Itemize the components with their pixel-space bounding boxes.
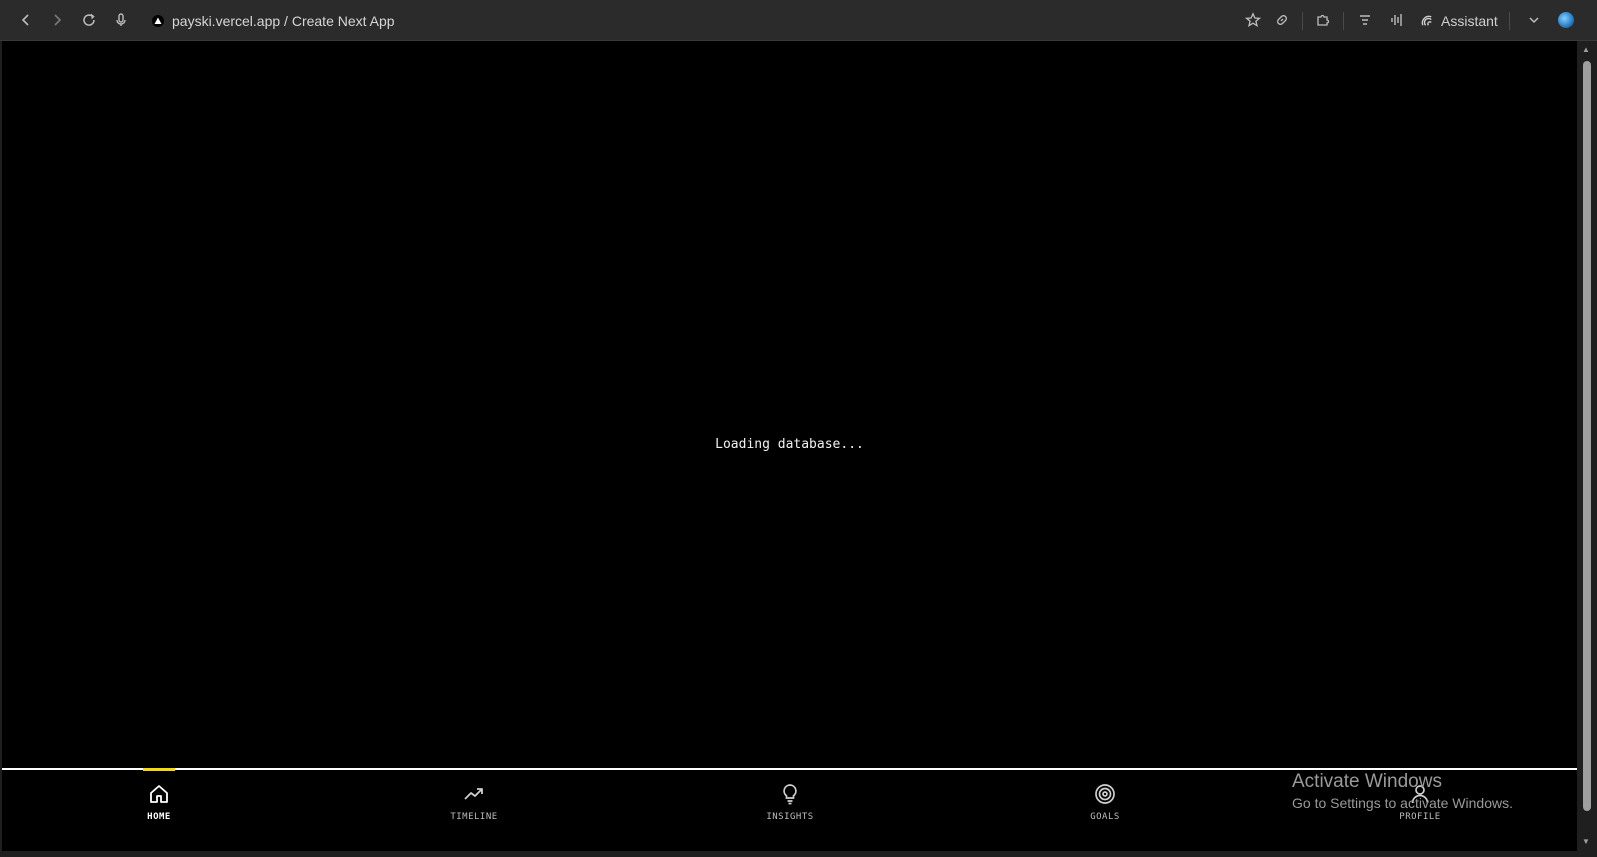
link-icon <box>1277 15 1287 25</box>
home-icon <box>145 780 173 808</box>
nav-goals-label: GOALS <box>1090 812 1120 822</box>
scroll-up-arrow-icon[interactable]: ▲ <box>1581 45 1591 55</box>
scroll-down-arrow-icon[interactable]: ▼ <box>1581 837 1591 847</box>
vercel-logo-icon <box>152 15 164 27</box>
toolbar-separator <box>1302 12 1303 30</box>
puzzle-icon <box>1317 14 1330 26</box>
page-viewport: Loading database... HOME TIMELINE INSIGH… <box>2 41 1577 851</box>
menu-dropdown-button[interactable] <box>1522 8 1546 32</box>
target-icon <box>1091 780 1119 808</box>
nav-profile-label: PROFILE <box>1399 812 1441 822</box>
extensions-button[interactable] <box>1311 8 1335 32</box>
nav-timeline-label: TIMELINE <box>450 812 498 822</box>
forward-button[interactable] <box>45 8 69 32</box>
nav-insights-label: INSIGHTS <box>766 812 814 822</box>
back-arrow-icon <box>21 14 29 26</box>
loading-message: Loading database... <box>715 437 864 452</box>
microphone-button[interactable] <box>109 8 133 32</box>
assistant-icon <box>1421 15 1432 26</box>
nav-profile[interactable]: PROFILE <box>1360 770 1480 850</box>
reload-button[interactable] <box>77 8 101 32</box>
nav-timeline[interactable]: TIMELINE <box>414 770 534 850</box>
forward-arrow-icon <box>54 14 62 26</box>
bottom-navigation: HOME TIMELINE INSIGHTS GOALS PROFILE <box>2 768 1577 851</box>
reload-icon <box>83 13 95 26</box>
copy-link-button[interactable] <box>1270 8 1294 32</box>
back-button[interactable] <box>14 8 38 32</box>
address-text: payski.vercel.app / Create Next App <box>172 13 395 29</box>
active-indicator <box>143 768 175 771</box>
trend-up-icon <box>460 780 488 808</box>
reader-button[interactable] <box>1353 8 1377 32</box>
assistant-label: Assistant <box>1441 13 1498 29</box>
chevron-down-icon <box>1529 17 1539 24</box>
address-bar[interactable]: payski.vercel.app / Create Next App <box>152 10 395 32</box>
toolbar-separator <box>1509 12 1510 30</box>
toolbar-separator <box>1343 12 1344 30</box>
nav-home-label: HOME <box>147 812 171 822</box>
nav-goals[interactable]: GOALS <box>1045 770 1165 850</box>
star-icon <box>1245 12 1261 27</box>
page-scrollbar[interactable]: ▲ ▼ <box>1577 41 1595 851</box>
microphone-icon <box>116 13 126 26</box>
assistant-button[interactable]: Assistant <box>1420 10 1498 32</box>
globe-icon[interactable] <box>1558 12 1574 28</box>
nav-insights[interactable]: INSIGHTS <box>730 770 850 850</box>
user-icon <box>1406 780 1434 808</box>
lightbulb-icon <box>776 780 804 808</box>
bookmark-button[interactable] <box>1241 8 1265 32</box>
waveform-icon <box>1391 14 1402 26</box>
nav-home[interactable]: HOME <box>99 768 219 850</box>
reader-icon <box>1360 15 1370 25</box>
scroll-thumb[interactable] <box>1583 61 1591 811</box>
audio-button[interactable] <box>1385 8 1409 32</box>
browser-toolbar: payski.vercel.app / Create Next App Assi… <box>0 0 1597 41</box>
